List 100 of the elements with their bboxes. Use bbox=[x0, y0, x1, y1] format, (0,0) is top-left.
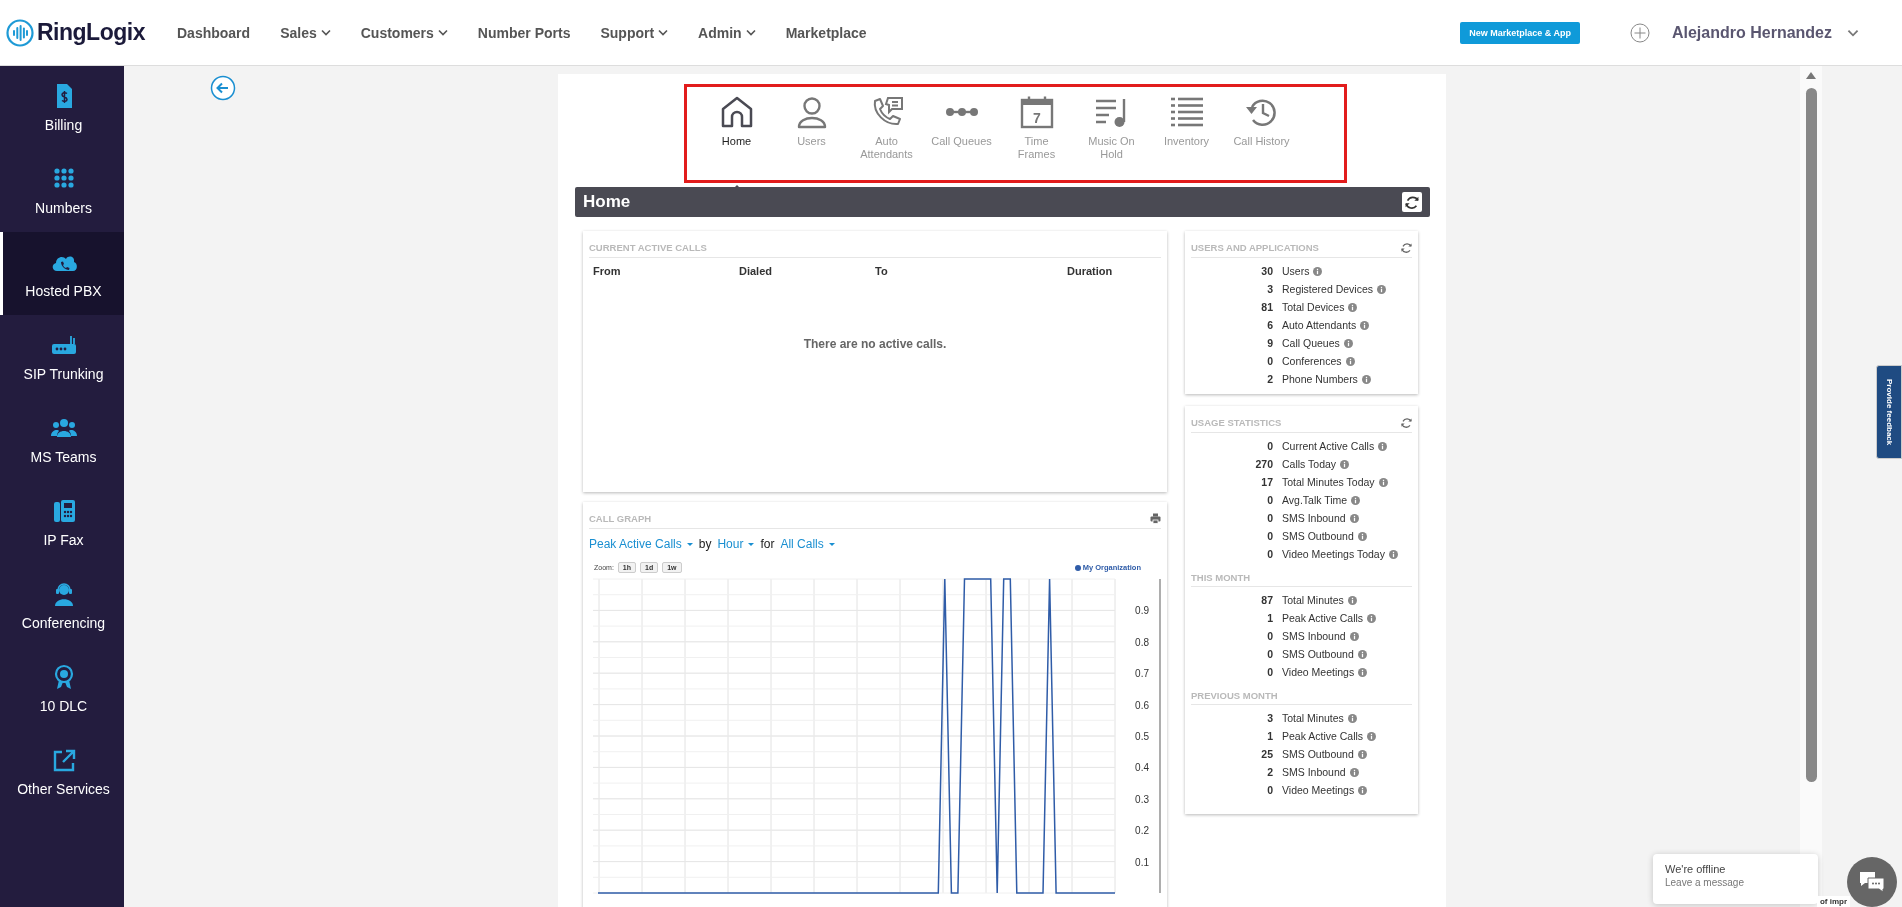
info-icon[interactable] bbox=[1349, 631, 1359, 641]
refresh-icon[interactable] bbox=[1401, 241, 1412, 253]
connector-text: by bbox=[698, 537, 712, 551]
info-icon[interactable] bbox=[1357, 649, 1367, 659]
stat-name: SMS Outbound bbox=[1282, 649, 1354, 659]
stat-count: 3 bbox=[1267, 713, 1273, 723]
nav-link[interactable]: Support bbox=[600, 24, 669, 41]
tick-label: 0.6 bbox=[1135, 699, 1149, 711]
brand-name: RingLogix bbox=[37, 19, 145, 46]
info-icon[interactable] bbox=[1345, 356, 1355, 366]
connector-text: for bbox=[760, 537, 775, 551]
stat-count: 3 bbox=[1267, 284, 1273, 294]
info-icon[interactable] bbox=[1361, 374, 1371, 384]
tick-label: 0.8 bbox=[1135, 636, 1149, 648]
info-icon[interactable] bbox=[1378, 441, 1388, 451]
info-icon[interactable] bbox=[1388, 549, 1398, 559]
dropdown-link[interactable]: All Calls bbox=[780, 537, 835, 551]
nav-link[interactable]: Number Ports bbox=[477, 24, 571, 41]
stat-name: SMS Outbound bbox=[1282, 531, 1354, 541]
logo-icon bbox=[6, 18, 34, 47]
stat-count: 0 bbox=[1267, 649, 1273, 659]
info-icon[interactable] bbox=[1367, 731, 1377, 741]
tick-label: 0.4 bbox=[1135, 762, 1149, 774]
info-icon[interactable] bbox=[1347, 595, 1357, 605]
nav-link[interactable]: Dashboard bbox=[177, 24, 251, 41]
stat-name: Video Meetings Today bbox=[1282, 549, 1385, 559]
sidebar-item[interactable]: MS Teams bbox=[0, 398, 124, 481]
stat-name: SMS Inbound bbox=[1282, 631, 1346, 641]
dropdown-link[interactable]: Hour bbox=[717, 537, 755, 551]
info-icon[interactable] bbox=[1367, 613, 1377, 623]
dots-line-icon bbox=[943, 106, 980, 118]
add-icon[interactable] bbox=[1629, 22, 1650, 43]
stat-name: Avg.Talk Time bbox=[1282, 495, 1348, 505]
sidebar-item[interactable]: Other Services bbox=[0, 730, 124, 813]
empty-message: There are no active calls. bbox=[802, 337, 948, 351]
nav-link[interactable]: Marketplace bbox=[785, 24, 867, 41]
page-title: Home bbox=[583, 192, 631, 212]
sidebar-item[interactable]: 10 DLC bbox=[0, 647, 124, 730]
nav-link[interactable]: Admin bbox=[698, 24, 756, 41]
stat-count: 9 bbox=[1267, 338, 1273, 348]
sidebar-item[interactable]: Billing bbox=[0, 66, 124, 149]
stat-count: 81 bbox=[1261, 302, 1273, 312]
info-icon[interactable] bbox=[1351, 495, 1361, 505]
sidebar-item[interactable]: SIP Trunking bbox=[0, 315, 124, 398]
info-icon[interactable] bbox=[1347, 713, 1357, 723]
chat-popup[interactable]: We're offline Leave a message bbox=[1653, 854, 1818, 904]
sidebar-item[interactable]: Conferencing bbox=[0, 564, 124, 647]
info-icon[interactable] bbox=[1343, 338, 1353, 348]
info-icon[interactable] bbox=[1357, 749, 1367, 759]
refresh-button[interactable] bbox=[1402, 192, 1422, 212]
stat-count: 0 bbox=[1267, 513, 1273, 523]
stat-name: Auto Attendants bbox=[1282, 320, 1357, 330]
stat-name: Conferences bbox=[1282, 356, 1342, 366]
stat-name: Call Queues bbox=[1282, 338, 1340, 348]
info-icon[interactable] bbox=[1313, 266, 1323, 276]
info-icon[interactable] bbox=[1360, 320, 1370, 330]
refresh-icon[interactable] bbox=[1401, 416, 1412, 428]
column-header: To bbox=[875, 265, 889, 277]
info-icon[interactable] bbox=[1378, 477, 1388, 487]
info-icon[interactable] bbox=[1349, 513, 1359, 523]
info-icon[interactable] bbox=[1358, 785, 1368, 795]
sidebar-item[interactable]: IP Fax bbox=[0, 481, 124, 564]
stat-count: 2 bbox=[1267, 374, 1273, 384]
sidebar-item[interactable]: Numbers bbox=[0, 149, 124, 232]
info-icon[interactable] bbox=[1348, 302, 1358, 312]
toolbar-tab[interactable]: 7 Time Frames bbox=[999, 95, 1074, 180]
info-icon[interactable] bbox=[1357, 531, 1367, 541]
info-icon[interactable] bbox=[1377, 284, 1387, 294]
nav-link[interactable]: Customers bbox=[360, 24, 448, 41]
section-title: PREVIOUS MONTH bbox=[1191, 690, 1412, 705]
info-icon[interactable] bbox=[1349, 767, 1359, 777]
stat-name: SMS Outbound bbox=[1282, 749, 1354, 759]
feedback-tab[interactable]: Provide feedback bbox=[1876, 365, 1902, 459]
stat-count: 0 bbox=[1267, 441, 1273, 451]
stat-name: Current Active Calls bbox=[1282, 441, 1375, 451]
stat-name: Peak Active Calls bbox=[1282, 613, 1364, 623]
stat-count: 2 bbox=[1267, 767, 1273, 777]
scroll-up-icon[interactable] bbox=[1806, 72, 1816, 79]
scroll-thumb[interactable] bbox=[1805, 88, 1817, 782]
stat-count: 1 bbox=[1267, 731, 1273, 741]
stat-count: 25 bbox=[1261, 749, 1273, 759]
footer-text: of impr bbox=[1816, 896, 1850, 907]
nav-link[interactable]: Sales bbox=[280, 24, 331, 41]
tick-label: 0.1 bbox=[1135, 856, 1149, 868]
stat-name: Total Minutes bbox=[1282, 713, 1344, 723]
column-header: Dialed bbox=[739, 265, 773, 277]
stat-name: Users bbox=[1282, 266, 1310, 276]
info-icon[interactable] bbox=[1358, 667, 1368, 677]
user-menu[interactable]: Alejandro Hernandez bbox=[1671, 23, 1832, 42]
dropdown-link[interactable]: Peak Active Calls bbox=[589, 537, 693, 551]
scrollbar[interactable] bbox=[1800, 66, 1822, 907]
tick-label: 0.9 bbox=[1135, 605, 1149, 617]
chat-icon bbox=[1858, 870, 1886, 894]
calendar-icon: 7 bbox=[1018, 95, 1055, 129]
print-icon[interactable] bbox=[1150, 512, 1161, 524]
back-button[interactable] bbox=[210, 75, 236, 101]
stat-name: SMS Inbound bbox=[1282, 767, 1346, 777]
info-icon[interactable] bbox=[1340, 459, 1350, 469]
sidebar-item[interactable]: Hosted PBX bbox=[0, 232, 124, 315]
tick-label: 0.5 bbox=[1135, 731, 1149, 742]
